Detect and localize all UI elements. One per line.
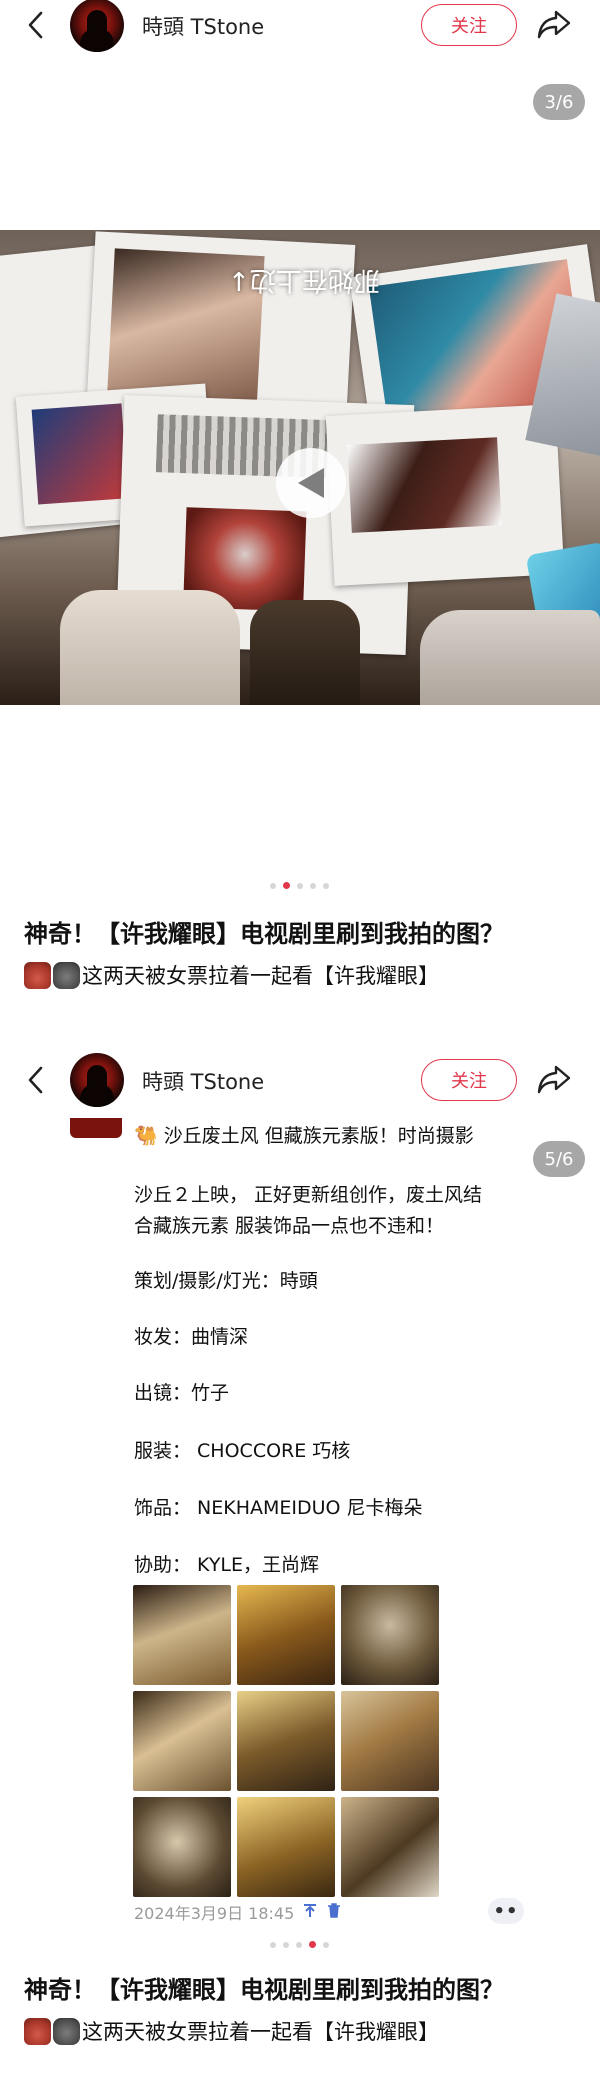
carousel-dot[interactable] <box>270 882 276 889</box>
carousel-dot[interactable] <box>283 1941 289 1948</box>
post-description: 这两天被女票拉着一起看【许我耀眼】 <box>24 2016 439 2046</box>
carousel-dot[interactable] <box>310 882 316 889</box>
photo-thumbnail[interactable] <box>341 1797 439 1897</box>
post-text-line: 沙丘２上映， 正好更新组创作，废土风结 <box>134 1184 483 1206</box>
image-counter: 3/6 <box>533 84 585 120</box>
post-title: 神奇！【许我耀眼】电视剧里刷到我拍的图？ <box>24 920 504 948</box>
carousel-dot-active[interactable] <box>309 1941 316 1948</box>
person <box>60 590 240 705</box>
more-icon[interactable]: •• <box>488 1898 524 1924</box>
emoji-icon <box>53 961 80 989</box>
follow-button[interactable]: 关注 <box>421 4 517 46</box>
post-text-line: 饰品： NEKHAMEIDUO 尼卡梅朵 <box>134 1497 423 1519</box>
portrait-photo <box>31 403 129 505</box>
back-arrow-icon[interactable] <box>24 1065 46 1095</box>
photo-thumbnail[interactable] <box>133 1691 231 1791</box>
photo-thumbnail[interactable] <box>341 1585 439 1685</box>
post-text-line: 妆发：曲情深 <box>134 1326 249 1348</box>
carousel-dots <box>270 882 329 889</box>
post-header: 時頭 TStone 关注 <box>0 1053 600 1107</box>
post-text-line: 出镜：竹子 <box>134 1382 230 1404</box>
share-icon[interactable] <box>536 1063 574 1097</box>
carousel-dot[interactable] <box>323 1941 329 1948</box>
overlay-caption: 那她在上边↓ <box>228 265 380 295</box>
post-title: 神奇！【许我耀眼】电视剧里刷到我拍的图？ <box>24 1976 504 2004</box>
carousel-dot-active[interactable] <box>283 882 290 889</box>
play-icon[interactable] <box>276 448 346 518</box>
post-description-text: 这两天被女票拉着一起看【许我耀眼】 <box>82 2020 439 2044</box>
avatar-partial <box>70 1118 122 1138</box>
timestamp: 2024年3月9日 18:45 <box>134 1904 295 1923</box>
portrait-photo <box>347 437 502 533</box>
photo-grid <box>133 1585 445 1897</box>
trash-icon[interactable] <box>326 1902 342 1922</box>
emoji-icon <box>24 961 51 989</box>
post-header: 時頭 TStone 关注 <box>0 0 600 52</box>
post-meta: 2024年3月9日 18:45 <box>134 1900 342 1924</box>
carousel-dot[interactable] <box>296 1941 302 1948</box>
avatar[interactable] <box>70 1053 124 1107</box>
post-text-line: 合藏族元素 服装饰品一点也不违和！ <box>134 1215 445 1237</box>
person <box>250 600 360 705</box>
username[interactable]: 時頭 TStone <box>142 11 264 41</box>
post-text-line: 协助： KYLE，王尚辉 <box>134 1554 320 1576</box>
photo-thumbnail[interactable] <box>237 1797 335 1897</box>
post-description-text: 这两天被女票拉着一起看【许我耀眼】 <box>82 964 439 988</box>
post-text-line: 策划/摄影/灯光：時頭 <box>134 1270 318 1292</box>
carousel-dot[interactable] <box>323 882 329 889</box>
carousel-dot[interactable] <box>297 882 303 889</box>
emoji-icon <box>53 2017 80 2045</box>
post-text-line: 服装： CHOCCORE 巧核 <box>134 1440 351 1462</box>
photo-thumbnail[interactable] <box>237 1585 335 1685</box>
post-description: 这两天被女票拉着一起看【许我耀眼】 <box>24 960 439 990</box>
username[interactable]: 時頭 TStone <box>142 1066 264 1096</box>
photo-thumbnail[interactable] <box>133 1585 231 1685</box>
person <box>420 610 600 705</box>
carousel-dots <box>270 1941 329 1948</box>
avatar[interactable] <box>70 0 124 52</box>
pin-icon[interactable] <box>302 1902 318 1922</box>
emoji-icon <box>24 2017 51 2045</box>
photo-thumbnail[interactable] <box>237 1691 335 1791</box>
post-text-line: 🐫 沙丘废土风 但藏族元素版！时尚摄影 <box>134 1125 474 1147</box>
photo-thumbnail[interactable] <box>341 1691 439 1791</box>
back-arrow-icon[interactable] <box>24 10 46 40</box>
share-icon[interactable] <box>536 8 574 42</box>
follow-button[interactable]: 关注 <box>421 1059 517 1101</box>
image-counter: 5/6 <box>533 1141 585 1177</box>
photo-thumbnail[interactable] <box>133 1797 231 1897</box>
carousel-dot[interactable] <box>270 1941 276 1948</box>
